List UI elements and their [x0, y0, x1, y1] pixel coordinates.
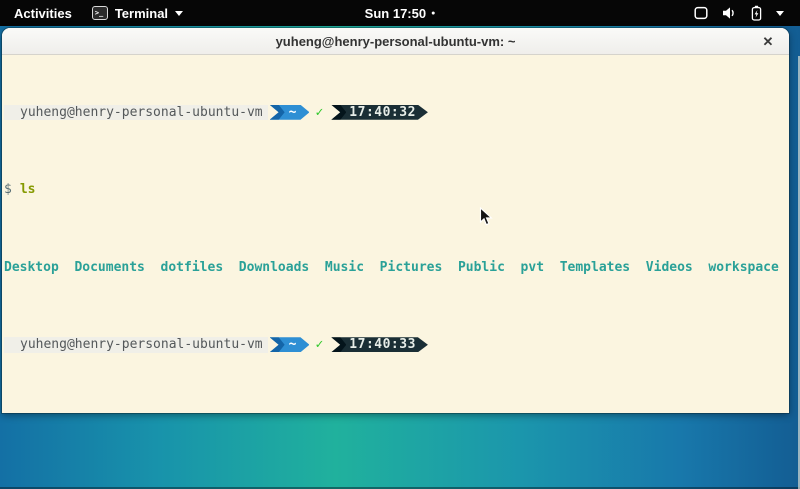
system-tray-button[interactable] [694, 0, 784, 26]
close-button[interactable]: ✕ [757, 31, 779, 53]
window-title: yuheng@henry-personal-ubuntu-vm: ~ [276, 34, 516, 49]
desktop: Activities >_ Terminal Sun 17:50 ● [0, 0, 800, 489]
terminal-glyph: >_ [95, 10, 103, 17]
time-label: 17:40:33 [349, 337, 416, 353]
notification-dot-icon: ● [431, 10, 435, 17]
cwd-label: ~ [289, 337, 297, 353]
chevron-down-icon [776, 11, 784, 20]
top-bar-right [694, 0, 800, 26]
app-menu-label: Terminal [115, 6, 168, 21]
titlebar[interactable]: yuheng@henry-personal-ubuntu-vm: ~ ✕ [2, 28, 789, 55]
prompt-line: yuheng@henry-personal-ubuntu-vm ~ ✓ 17:4… [4, 337, 787, 353]
battery-charging-icon [750, 5, 763, 21]
activities-button[interactable]: Activities [14, 0, 72, 26]
command-text: ls [20, 182, 36, 197]
prompt-user: yuheng@henry-personal-ubuntu-vm [4, 337, 268, 353]
prompt-user: yuheng@henry-personal-ubuntu-vm [4, 105, 268, 121]
check-icon: ✓ [315, 105, 323, 121]
cwd-badge: ~ [270, 105, 310, 120]
chevron-down-icon [175, 11, 183, 20]
prompt-line: yuheng@henry-personal-ubuntu-vm ~ ✓ 17:4… [4, 105, 787, 121]
cwd-badge: ~ [270, 337, 310, 352]
top-bar-left: Activities >_ Terminal [0, 0, 183, 26]
prompt-symbol: $ [4, 182, 12, 197]
ls-output: Desktop Documents dotfiles Downloads Mus… [4, 260, 787, 276]
cwd-label: ~ [289, 105, 297, 121]
time-badge: 17:40:33 [331, 337, 428, 352]
time-badge: 17:40:32 [331, 105, 428, 120]
terminal-window: yuheng@henry-personal-ubuntu-vm: ~ ✕ yuh… [2, 28, 789, 413]
mouse-cursor-icon [479, 207, 493, 227]
screen-icon [694, 6, 708, 20]
clock-label: Sun 17:50 [365, 6, 426, 21]
volume-icon [721, 6, 737, 20]
top-bar: Activities >_ Terminal Sun 17:50 ● [0, 0, 800, 26]
clock-button[interactable]: Sun 17:50 ● [365, 0, 436, 26]
terminal-content[interactable]: yuheng@henry-personal-ubuntu-vm ~ ✓ 17:4… [2, 56, 789, 413]
check-icon: ✓ [315, 337, 323, 353]
command-line: $ ls [4, 182, 787, 198]
time-label: 17:40:32 [349, 105, 416, 121]
terminal-app-icon: >_ [92, 6, 108, 20]
app-menu-button[interactable]: >_ Terminal [92, 0, 183, 26]
